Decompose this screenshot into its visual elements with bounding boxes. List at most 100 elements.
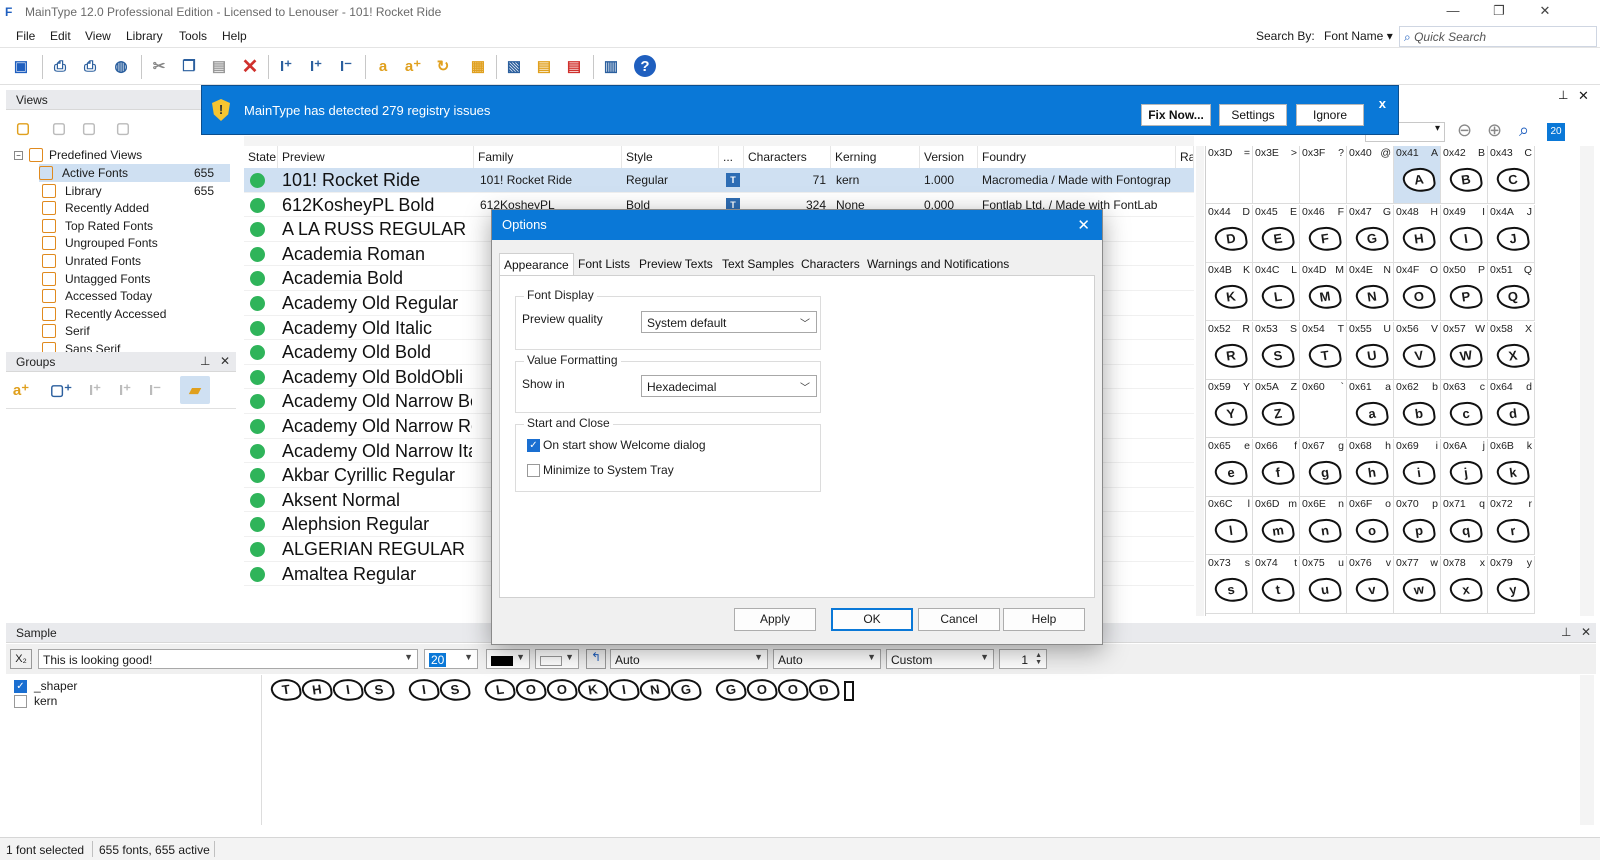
dialog-close-icon[interactable]: ✕ [1077,216,1090,234]
delete-view-icon[interactable]: ▢ [110,115,136,141]
sample-close-icon[interactable]: ✕ [1581,625,1591,639]
settings-button[interactable]: Settings [1219,104,1287,126]
sample-option-2-select[interactable]: Auto ▼ [773,649,881,669]
charmap-zoom-value[interactable]: 20 [1547,123,1565,141]
column-header[interactable]: ... [719,146,744,168]
char-cell[interactable]: 0x58 X X [1488,321,1535,380]
table-row[interactable]: 101! Rocket Ride 101! Rocket Ride Regular T… [244,168,1194,193]
search-by-dropdown[interactable]: Font Name ▾ [1324,29,1393,43]
char-cell[interactable]: 0x4A J J [1488,204,1535,263]
analyze-icon[interactable]: ▧ [501,53,527,79]
install-font-icon[interactable]: I⁺ [273,53,299,79]
active-state-icon[interactable] [250,394,265,410]
char-cell[interactable]: 0x4F O O [1394,263,1441,321]
feature-shaper[interactable]: ✓ _shaper [14,679,77,693]
apply-button[interactable]: Apply [734,608,816,631]
char-cell[interactable]: 0x6E n n [1300,497,1347,555]
view-item[interactable]: Recently Added [42,199,230,217]
char-cell[interactable]: 0x72 r r [1488,497,1535,555]
char-cell[interactable]: 0x4B K K [1206,263,1253,321]
new-group-icon[interactable]: ▢⁺ [48,377,74,403]
show-in-select[interactable]: Hexadecimal ﹀ [641,375,817,397]
char-cell[interactable]: 0x74 t t [1253,555,1300,614]
tab-font-lists[interactable]: Font Lists [574,253,634,275]
char-cell[interactable]: 0x49 I I [1441,204,1488,263]
cancel-button[interactable]: Cancel [918,608,1000,631]
sample-size-select[interactable]: 20 ▼ [424,649,478,669]
menu-edit[interactable]: Edit [50,29,71,43]
menu-view[interactable]: View [85,29,111,43]
deactivate-font-icon[interactable]: I⁻ [333,53,359,79]
char-cell[interactable]: 0x3E > [1253,146,1300,204]
active-state-icon[interactable] [250,492,265,508]
char-cell[interactable]: 0x70 p p [1394,497,1441,555]
feature-kern[interactable]: kern [14,694,57,708]
welcome-checkbox[interactable]: ✓ [527,439,540,452]
copy-icon[interactable]: ❐ [176,53,202,79]
print-preview-icon[interactable]: ⎙ [47,53,73,79]
text-sample-icon[interactable]: X₂ [10,649,32,669]
char-cell[interactable]: 0x64 d d [1488,380,1535,438]
char-cell[interactable]: 0x44 D D [1206,204,1253,263]
grid-scrollbar[interactable] [1196,146,1204,616]
char-cell[interactable]: 0x71 q q [1441,497,1488,555]
char-cell[interactable]: 0x4D M M [1300,263,1347,321]
paste-icon[interactable]: ▤ [206,53,232,79]
column-header[interactable]: State [244,146,278,168]
active-state-icon[interactable] [250,542,265,557]
fix-now-button[interactable]: Fix Now... [1141,104,1211,126]
active-state-icon[interactable] [250,517,265,533]
view-item[interactable]: Library 655 [42,182,230,200]
tree-root-predefined-views[interactable]: − Predefined Views [14,146,236,164]
help-button[interactable]: Help [1003,608,1085,631]
active-state-icon[interactable] [250,246,265,262]
edit-view-icon[interactable]: ▢ [76,115,102,141]
view-item[interactable]: Top Rated Fonts [42,217,230,235]
refresh-folder-icon[interactable]: ↻ [430,53,456,79]
minimize-button[interactable]: — [1430,0,1476,24]
active-state-icon[interactable] [250,173,265,188]
ignore-button[interactable]: Ignore [1296,104,1364,126]
char-cell[interactable]: 0x66 f f [1253,438,1300,497]
kern-checkbox[interactable] [14,694,27,708]
char-cell[interactable]: 0x77 w w [1394,555,1441,614]
char-cell[interactable]: 0x68 h h [1347,438,1394,497]
column-header[interactable]: Family [474,146,622,168]
direction-icon[interactable]: ↰ [586,649,606,669]
group-folder-icon[interactable]: ▰ [180,376,210,404]
char-cell[interactable]: 0x53 S S [1253,321,1300,380]
charmap-pin-icon[interactable]: ⊥ [1558,88,1568,102]
group-deactivate-icon[interactable]: I⁻ [142,377,168,403]
package-icon[interactable]: ▦ [465,53,491,79]
charmap-close-icon[interactable]: ✕ [1578,88,1589,104]
char-cell[interactable]: 0x6F o o [1347,497,1394,555]
tab-characters[interactable]: Characters [797,253,864,275]
add-group-icon[interactable]: a⁺ [8,377,34,403]
report-icon[interactable]: ▤ [531,53,557,79]
char-cell[interactable]: 0x69 i i [1394,438,1441,497]
char-cell[interactable]: 0x40 @ [1347,146,1394,204]
char-cell[interactable]: 0x6B k k [1488,438,1535,497]
char-cell[interactable]: 0x6A j j [1441,438,1488,497]
group-install-icon[interactable]: I⁺ [82,377,108,403]
char-cell[interactable]: 0x6C l l [1206,497,1253,555]
char-cell[interactable]: 0x45 E E [1253,204,1300,263]
folder-font-icon[interactable]: a [370,53,396,79]
char-cell[interactable]: 0x3D = [1206,146,1253,204]
quick-search-input[interactable]: ⌕ Quick Search [1399,26,1597,47]
char-cell[interactable]: 0x54 T T [1300,321,1347,380]
sample-scrollbar[interactable] [1580,675,1594,825]
view-item[interactable]: Untagged Fonts [42,270,230,288]
char-cell[interactable]: 0x60 ` [1300,380,1347,438]
sample-option-1-select[interactable]: Auto ▼ [610,649,768,669]
sample-text-input[interactable]: This is looking good! ▼ [38,649,418,669]
char-cell[interactable]: 0x51 Q Q [1488,263,1535,321]
char-cell[interactable]: 0x5A Z Z [1253,380,1300,438]
tab-preview-texts[interactable]: Preview Texts [635,253,717,275]
char-cell[interactable]: 0x6D m m [1253,497,1300,555]
zoom-icon[interactable]: ⌕ [1519,120,1529,141]
activate-font-icon[interactable]: I⁺ [303,53,329,79]
sample-lines-stepper[interactable]: 1 ▲ ▼ [999,649,1047,669]
column-header[interactable]: Characters [744,146,831,168]
group-activate-icon[interactable]: I⁺ [112,377,138,403]
